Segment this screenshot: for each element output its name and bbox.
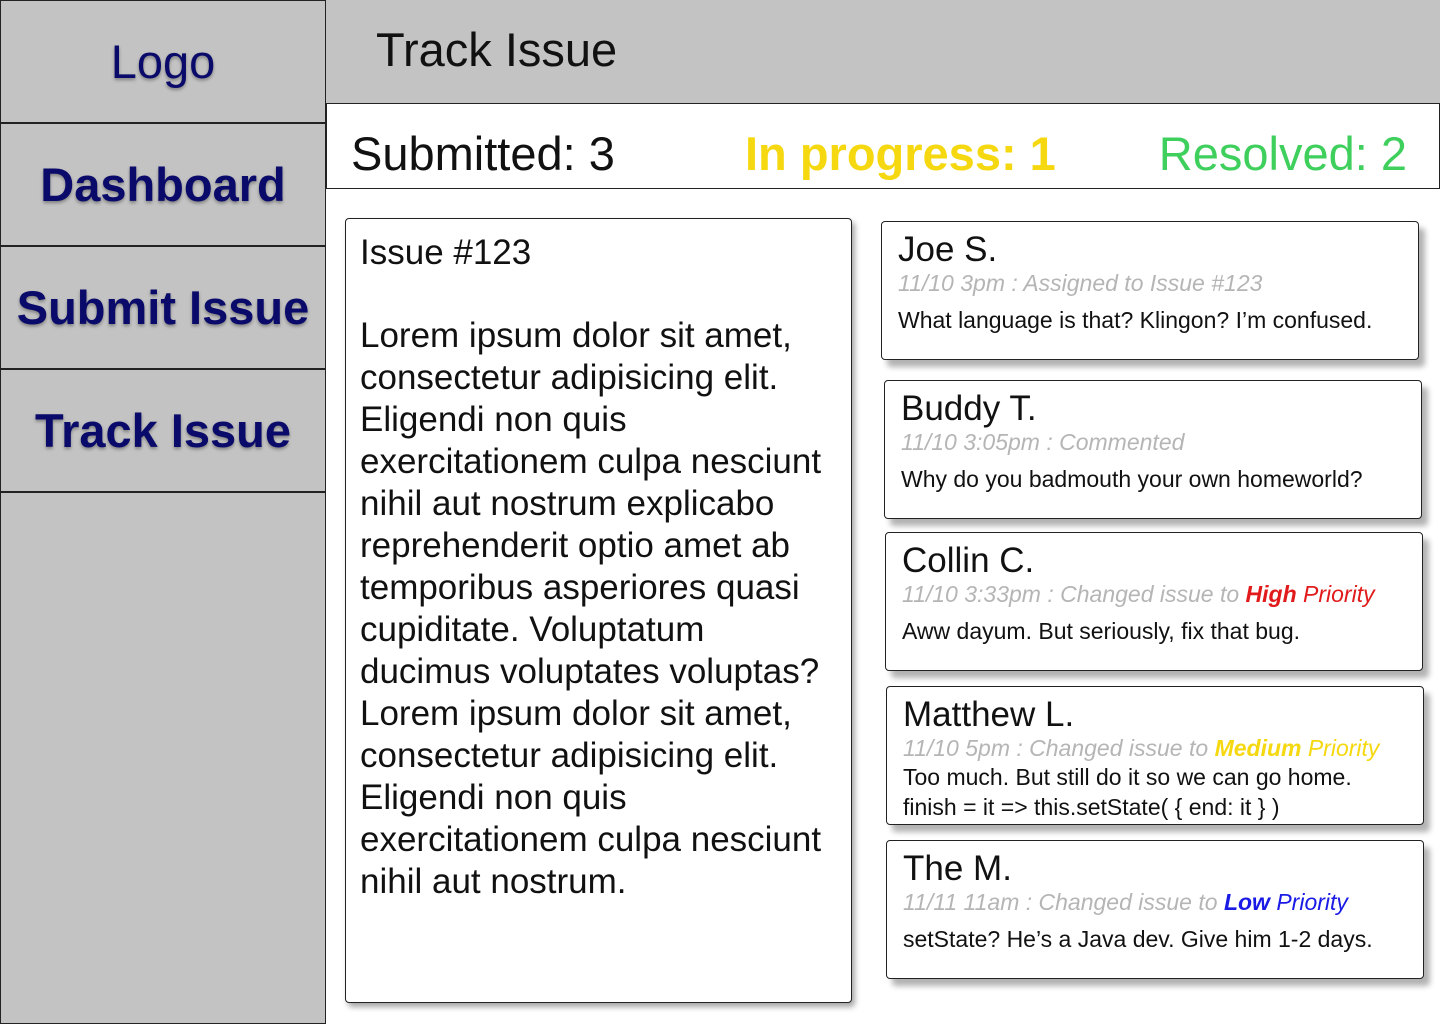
comment-author: Joe S.	[898, 230, 998, 269]
comment-meta: 11/10 3:33pm : Changed issue to High Pri…	[902, 581, 1406, 607]
comment-meta-text: 11/10 3:33pm : Changed issue to	[902, 581, 1246, 607]
issue-title: Issue #123	[360, 233, 532, 272]
priority-word: Low	[1223, 889, 1270, 915]
comment-meta-text: 11/11 11am : Changed issue to	[903, 889, 1224, 915]
comment-meta: 11/10 3pm : Assigned to Issue #123	[898, 270, 1263, 296]
comment-meta-text: 11/10 5pm : Changed issue to	[903, 735, 1215, 761]
comment-card: Joe S. 11/10 3pm : Assigned to Issue #12…	[881, 221, 1419, 360]
issue-card: Issue #123 Lorem ipsum dolor sit amet, c…	[345, 218, 852, 1003]
comment-text: Why do you badmouth your own homeworld?	[901, 466, 1363, 492]
priority-suffix: Priority	[1269, 889, 1348, 915]
comment-author: The M.	[903, 849, 1012, 888]
comment-author: Matthew L.	[903, 695, 1075, 734]
comment-meta: 11/10 5pm : Changed issue to Medium Prio…	[903, 735, 1407, 761]
sidebar-item-submit-issue[interactable]: Submit Issue	[1, 247, 325, 370]
priority-word: Medium	[1214, 735, 1302, 761]
sidebar: Logo Dashboard Submit Issue Track Issue	[0, 0, 326, 1024]
comment-meta: 11/11 11am : Changed issue to Low Priori…	[903, 889, 1407, 915]
comment-code: finish = it => this.setState( { end: it …	[903, 794, 1280, 820]
logo[interactable]: Logo	[1, 1, 325, 124]
submitted-count: Submitted: 3	[351, 127, 615, 180]
priority-word: High	[1245, 581, 1297, 607]
comment-author: Buddy T.	[901, 389, 1037, 428]
header: Track Issue	[326, 0, 1440, 103]
page-title: Track Issue	[376, 23, 618, 76]
priority-label-medium: Medium Priority	[1215, 735, 1380, 761]
priority-suffix: Priority	[1301, 735, 1380, 761]
comment-card: Matthew L. 11/10 5pm : Changed issue to …	[886, 686, 1424, 825]
comment-author: Collin C.	[902, 541, 1035, 580]
priority-label-high: High Priority	[1246, 581, 1375, 607]
comment-text: What language is that? Klingon? I’m conf…	[898, 307, 1373, 333]
sidebar-item-track-issue[interactable]: Track Issue	[1, 370, 325, 493]
comment-text: Too much. But still do it so we can go h…	[903, 764, 1352, 790]
in-progress-count: In progress: 1	[745, 127, 1056, 180]
sidebar-item-dashboard[interactable]: Dashboard	[1, 124, 325, 247]
comment-meta: 11/10 3:05pm : Commented	[901, 429, 1185, 455]
issue-description: Lorem ipsum dolor sit amet, consectetur …	[360, 316, 822, 901]
priority-suffix: Priority	[1296, 581, 1375, 607]
resolved-count: Resolved: 2	[1158, 127, 1407, 180]
status-summary: Submitted: 3 In progress: 1 Resolved: 2	[326, 103, 1440, 189]
priority-label-low: Low Priority	[1224, 889, 1348, 915]
comment-card: Buddy T. 11/10 3:05pm : Commented Why do…	[884, 380, 1422, 519]
comment-text: setState? He’s a Java dev. Give him 1-2 …	[903, 926, 1373, 952]
comment-card: Collin C. 11/10 3:33pm : Changed issue t…	[885, 532, 1423, 671]
comment-card: The M. 11/11 11am : Changed issue to Low…	[886, 840, 1424, 979]
comment-text: Aww dayum. But seriously, fix that bug.	[902, 618, 1300, 644]
